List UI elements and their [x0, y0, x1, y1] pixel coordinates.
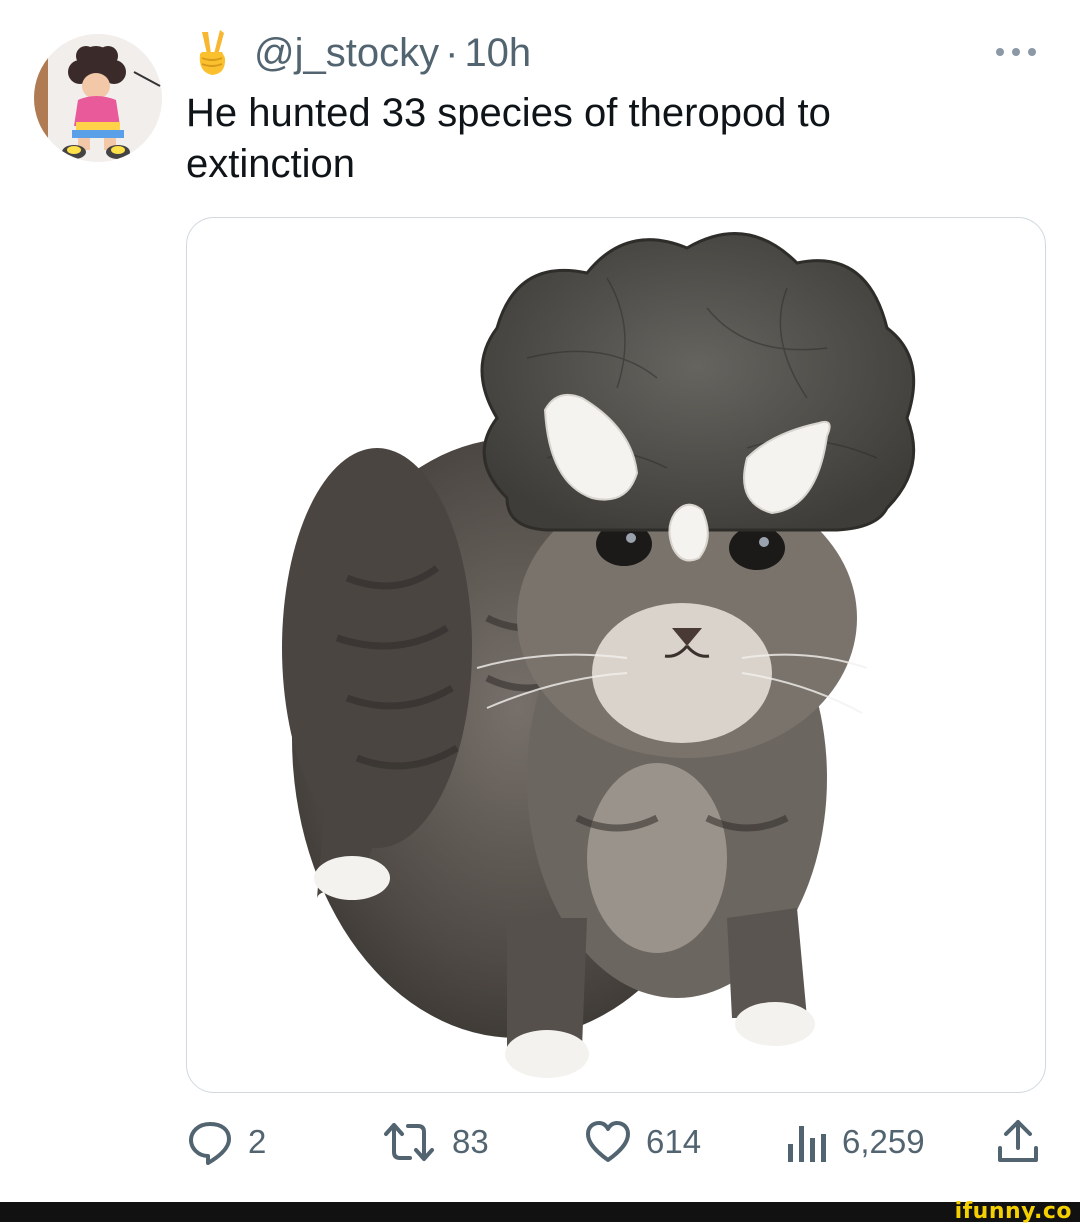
- post-time[interactable]: 10h: [464, 31, 531, 76]
- retweet-button[interactable]: 83: [380, 1114, 489, 1170]
- watermark-bar: ifunny.co: [0, 1199, 1080, 1224]
- reply-button[interactable]: 2: [186, 1114, 266, 1170]
- ifunny-watermark: ifunny.co: [954, 1199, 1072, 1224]
- dot-separator: ·: [445, 30, 459, 75]
- tweet-media[interactable]: [186, 217, 1046, 1093]
- like-count: 614: [646, 1123, 702, 1160]
- user-handle[interactable]: @j_stocky: [254, 31, 439, 76]
- tweet-header: @j_stocky · 10h: [192, 28, 531, 78]
- retweet-count: 83: [452, 1123, 489, 1160]
- share-button[interactable]: [996, 1114, 1054, 1170]
- reply-icon: [189, 1122, 231, 1165]
- cat-triceratops-image: [282, 232, 916, 1078]
- like-icon: [586, 1121, 630, 1162]
- views-button[interactable]: 6,259: [786, 1114, 925, 1170]
- victory-hand-icon: [199, 30, 226, 75]
- view-count: 6,259: [842, 1123, 925, 1160]
- retweet-icon: [384, 1123, 434, 1161]
- avatar[interactable]: [34, 34, 162, 162]
- tweet-actions: 2 83 614 6,259: [0, 1114, 1080, 1170]
- reply-count: 2: [248, 1123, 267, 1160]
- views-icon: [788, 1126, 826, 1162]
- avatar-image: [34, 34, 162, 162]
- more-options-icon[interactable]: [992, 44, 1040, 60]
- share-icon: [998, 1120, 1038, 1162]
- tweet-text: He hunted 33 species of theropod to exti…: [186, 91, 831, 186]
- like-button[interactable]: 614: [584, 1114, 701, 1170]
